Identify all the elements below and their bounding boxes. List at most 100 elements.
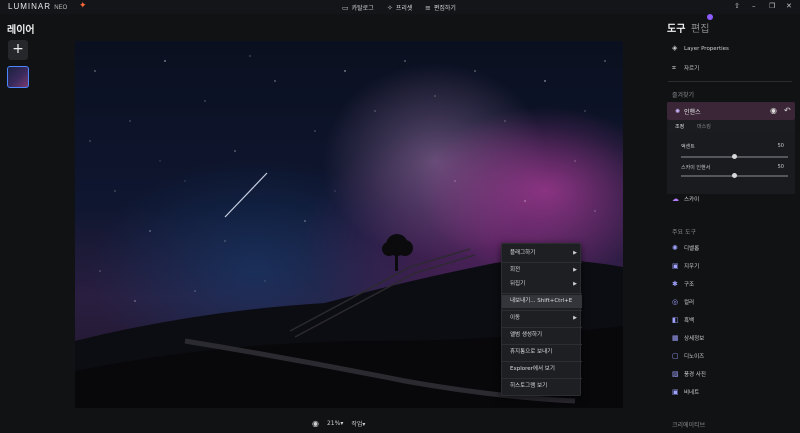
favorites-section-title: 즐겨찾기 — [672, 92, 695, 99]
enhance-panel: 액센트 50 스카이 인핸서 50 — [667, 132, 795, 194]
slider-accent-track[interactable] — [681, 154, 788, 159]
menu-item-rotate[interactable]: 회전 ▶ — [502, 264, 582, 277]
bottom-toolbar: ◉ 21%▾ 작업▾ — [312, 419, 365, 428]
tool-bw[interactable]: ◧ 흑백 — [672, 316, 694, 324]
menu-item-histogram[interactable]: 히스토그램 보기 — [502, 380, 582, 393]
add-layer-button[interactable]: + — [8, 40, 28, 60]
layers-title: 레이어 — [7, 25, 35, 36]
bw-icon: ◧ — [672, 315, 679, 324]
layer-properties-row[interactable]: ◈ Layer Properties — [672, 45, 729, 52]
menu-item-label: Explorer에서 보기 — [510, 366, 555, 372]
tool-label: 풍경 사진 — [684, 372, 706, 378]
landscape-icon: ▨ — [672, 369, 679, 378]
minimize-icon[interactable]: – — [752, 2, 756, 10]
details-icon: ▦ — [672, 333, 679, 342]
menu-item-flag[interactable]: 플래그하기 ▶ — [502, 247, 582, 260]
crop-label: 자르기 — [684, 66, 700, 72]
restore-icon[interactable]: ❐ — [769, 2, 775, 10]
essential-section-title: 주요 도구 — [672, 229, 696, 236]
close-icon[interactable]: ✕ — [786, 2, 792, 10]
tool-vignette[interactable]: ▣ 비네트 — [672, 388, 699, 396]
menu-divider — [502, 344, 582, 345]
context-menu: 플래그하기 ▶ 회전 ▶ 뒤집기 ▶ 내보내기... Shift+Ctrl+E 이동 ▶… — [501, 243, 582, 396]
subtab-adjust[interactable]: 조정 — [675, 123, 684, 130]
menu-divider — [502, 310, 582, 311]
menu-item-create-album[interactable]: 앨범 생성하기 — [502, 329, 582, 342]
tool-details[interactable]: ▦ 상세정보 — [672, 334, 704, 342]
folder-icon: ▭ — [342, 3, 349, 12]
nav-edit[interactable]: ≡ 편집하기 — [425, 3, 456, 13]
nav-presets-label: 프리셋 — [395, 5, 413, 12]
nav-catalog[interactable]: ▭ 카탈로그 — [342, 3, 374, 13]
tools-panel: 도구 편집 ◈ Layer Properties ⌗ 자르기 즐겨찾기 ✺ 인핸… — [660, 14, 800, 433]
tab-edit[interactable]: 편집 — [691, 20, 709, 35]
menu-item-show-explorer[interactable]: Explorer에서 보기 — [502, 363, 582, 376]
menu-item-label: 플래그하기 — [510, 250, 536, 256]
vignette-icon: ▣ — [672, 387, 679, 396]
slider-accent-value: 50 — [777, 143, 784, 149]
sky-label: 스카이 — [684, 197, 700, 203]
slider-accent-knob[interactable] — [732, 154, 737, 159]
denoise-icon: ▢ — [672, 351, 679, 360]
menu-divider — [502, 262, 582, 263]
zoom-control[interactable]: 21%▾ — [327, 420, 343, 427]
logo-suffix: NEO — [54, 5, 68, 11]
sky-tool-row[interactable]: ☁ 스카이 — [672, 195, 699, 203]
menu-item-label: 이동 — [510, 315, 521, 321]
actions-caret-icon: ▾ — [362, 421, 366, 428]
tool-structure[interactable]: ✱ 구조 — [672, 280, 694, 288]
tool-label: 구조 — [684, 282, 695, 288]
tab-tools[interactable]: 도구 — [667, 20, 685, 35]
reset-icon[interactable]: ↶ — [784, 106, 791, 115]
menu-divider — [502, 293, 582, 294]
slider-sky-enhancer-knob[interactable] — [732, 173, 737, 178]
visibility-eye-icon[interactable]: ◉ — [770, 106, 777, 115]
tool-denoise[interactable]: ▢ 디노이즈 — [672, 352, 704, 360]
structure-icon: ✱ — [672, 279, 678, 288]
tool-erase[interactable]: ▣ 지우기 — [672, 262, 699, 270]
subtab-mask[interactable]: 마스킹 — [697, 123, 711, 130]
tool-label: 상세정보 — [684, 336, 705, 342]
develop-icon: ✺ — [672, 243, 678, 252]
share-icon[interactable]: ⇧ — [734, 2, 740, 10]
menu-item-label: 앨범 생성하기 — [510, 332, 543, 338]
menu-item-label: 휴지통으로 보내기 — [510, 349, 553, 355]
eye-icon[interactable]: ◉ — [312, 419, 319, 428]
menu-item-export[interactable]: 내보내기... Shift+Ctrl+E — [502, 295, 582, 308]
enhance-icon: ✺ — [675, 108, 681, 115]
logo-star-icon: ✦ — [79, 1, 87, 11]
tool-color[interactable]: ◎ 컬러 — [672, 298, 694, 306]
crop-row[interactable]: ⌗ 자르기 — [672, 64, 699, 72]
creative-section-title: 크리에이티브 — [672, 422, 706, 429]
slider-sky-enhancer-label: 스카이 인핸서 — [681, 165, 711, 171]
notification-dot — [707, 14, 713, 20]
layer-thumbnail[interactable] — [7, 66, 29, 88]
title-bar: LUMINAR NEO ✦ ▭ 카탈로그 ✧ 프리셋 ≡ 편집하기 ⇧ – ❐ … — [0, 0, 800, 14]
slider-sky-enhancer-track[interactable] — [681, 173, 788, 178]
tool-label: 컬러 — [684, 300, 695, 306]
tool-develop[interactable]: ✺ 디벨롭 — [672, 244, 699, 252]
sliders-icon: ≡ — [425, 3, 431, 12]
actions-dropdown[interactable]: 작업▾ — [351, 419, 365, 428]
slider-accent-label: 액센트 — [681, 144, 695, 150]
tool-landscape[interactable]: ▨ 풍경 사진 — [672, 370, 706, 378]
divider — [668, 81, 792, 82]
menu-item-flip[interactable]: 뒤집기 ▶ — [502, 278, 582, 291]
nav-presets[interactable]: ✧ 프리셋 — [387, 3, 413, 13]
tool-label: 흑백 — [684, 318, 695, 324]
menu-item-move[interactable]: 이동 ▶ — [502, 312, 582, 325]
layers-icon: ◈ — [672, 44, 678, 52]
submenu-arrow-icon: ▶ — [573, 250, 577, 256]
menu-divider — [502, 327, 582, 328]
menu-item-trash[interactable]: 휴지통으로 보내기 — [502, 346, 582, 359]
submenu-arrow-icon: ▶ — [573, 267, 577, 273]
cloud-icon: ☁ — [672, 194, 679, 203]
zoom-caret-icon: ▾ — [340, 420, 344, 427]
app-logo: LUMINAR NEO — [8, 2, 67, 11]
tool-label: 지우기 — [684, 264, 700, 270]
enhance-label-group: ✺ 인핸스 — [675, 107, 701, 116]
erase-icon: ▣ — [672, 261, 679, 270]
layer-properties-label: Layer Properties — [684, 45, 729, 52]
enhance-tool-header[interactable]: ✺ 인핸스 ◉ ↶ — [667, 102, 795, 120]
logo-text: LUMINAR — [8, 2, 52, 11]
